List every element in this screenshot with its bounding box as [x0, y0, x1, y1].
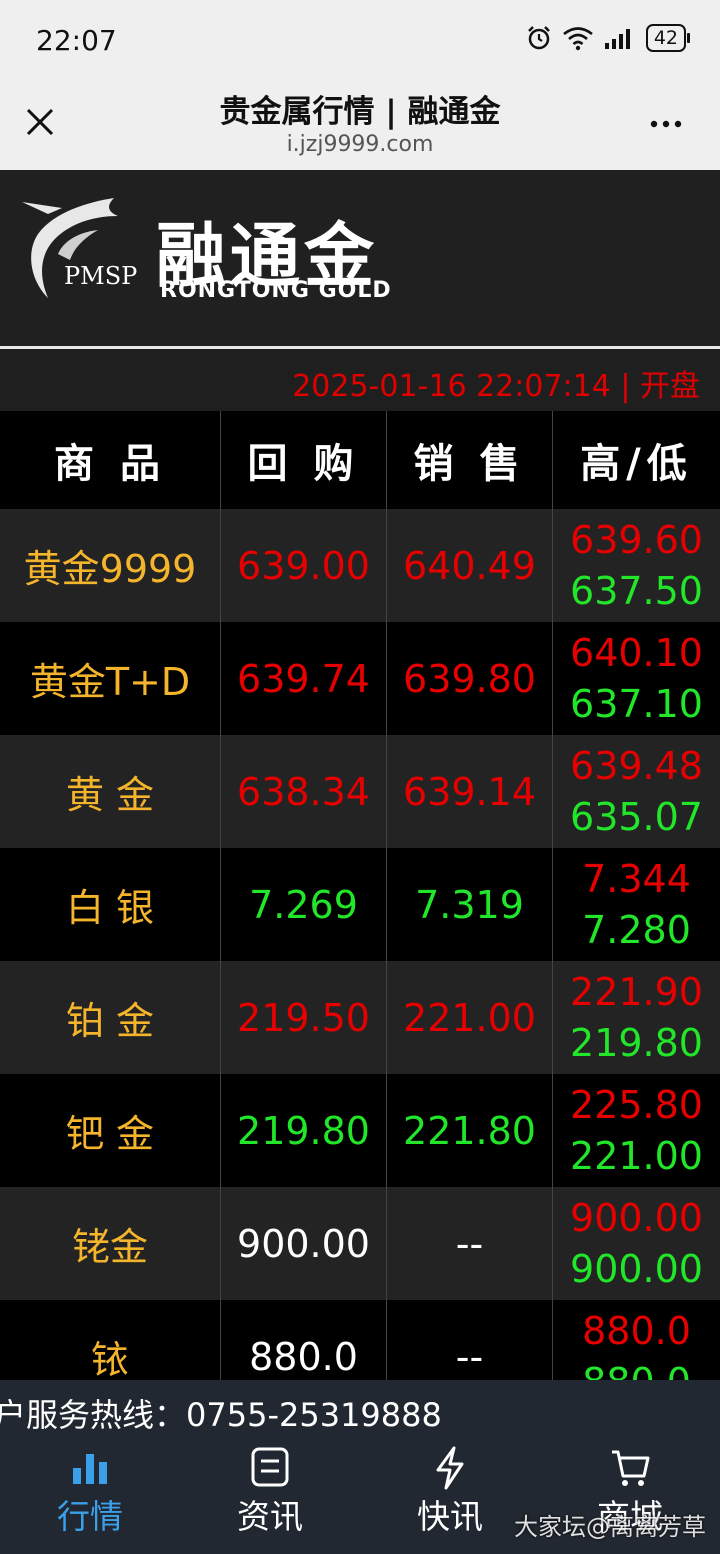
watermark-text: 大家坛@离离芳草	[514, 1513, 706, 1541]
nav-item-news[interactable]: 资讯	[180, 1438, 360, 1554]
header-buyback: 回 购	[221, 411, 387, 509]
buyback-price: 219.50	[221, 961, 387, 1074]
table-row[interactable]: 铂 金 219.50 221.00 221.90 219.80	[0, 961, 720, 1074]
table-row[interactable]: 铑金 900.00 -- 900.00 900.00	[0, 1187, 720, 1300]
table-row[interactable]: 黄金T+D 639.74 639.80 640.10 637.10	[0, 622, 720, 735]
sell-price: 640.49	[387, 509, 553, 622]
header-sell: 销 售	[387, 411, 553, 509]
sell-price: 7.319	[387, 848, 553, 961]
status-bar: 22:07 42	[0, 0, 720, 80]
high-low-cell: 7.344 7.280	[553, 848, 720, 961]
status-time: 22:07	[36, 24, 117, 57]
buyback-price: 900.00	[221, 1187, 387, 1300]
bottom-nav: 行情 资讯 快讯 商城 大家坛@离离芳草	[0, 1438, 720, 1554]
table-row[interactable]: 黄金9999 639.00 640.49 639.60 637.50	[0, 509, 720, 622]
signal-icon	[604, 29, 630, 49]
sell-price: 221.80	[387, 1074, 553, 1187]
low-price: 7.280	[582, 907, 691, 952]
page-title: 贵金属行情 | 融通金	[219, 94, 501, 130]
high-price: 225.80	[570, 1082, 703, 1127]
hotline-text: 户服务热线：0755-25319888	[0, 1396, 442, 1434]
buyback-price: 7.269	[221, 848, 387, 961]
product-name: 黄金9999	[0, 509, 221, 622]
document-icon	[251, 1447, 289, 1487]
table-row[interactable]: 钯 金 219.80 221.80 225.80 221.00	[0, 1074, 720, 1187]
nav-label: 行情	[57, 1497, 123, 1536]
battery-indicator: 42	[645, 24, 691, 52]
buyback-price: 639.74	[221, 622, 387, 735]
browser-header: 贵金属行情 | 融通金 i.jzj9999.com	[0, 80, 720, 170]
low-price: 635.07	[570, 794, 703, 839]
timestamp-text: 2025-01-16 22:07:14 | 开盘	[292, 369, 700, 404]
product-name: 黄 金	[0, 735, 221, 848]
status-icons: 42	[526, 24, 691, 52]
bar-chart-icon	[73, 1454, 107, 1484]
high-low-cell: 225.80 221.00	[553, 1074, 720, 1187]
price-table: 商 品 回 购 销 售 高/低 黄金9999 639.00 640.49 639…	[0, 411, 720, 1413]
product-name: 铂 金	[0, 961, 221, 1074]
high-price: 900.00	[570, 1195, 703, 1240]
table-row[interactable]: 黄 金 638.34 639.14 639.48 635.07	[0, 735, 720, 848]
high-price: 221.90	[570, 969, 703, 1014]
logo-pmsp-text: PMSP	[64, 262, 138, 290]
buyback-price: 639.00	[221, 509, 387, 622]
high-price: 639.48	[570, 743, 703, 788]
product-name: 钯 金	[0, 1074, 221, 1187]
table-header: 商 品 回 购 销 售 高/低	[0, 411, 720, 509]
logo-banner: PMSP 融通金 RONGTONG GOLD	[0, 170, 720, 349]
high-low-cell: 639.60 637.50	[553, 509, 720, 622]
product-name: 黄金T+D	[0, 622, 221, 735]
header-high-low: 高/低	[580, 441, 693, 487]
nav-label: 资讯	[237, 1497, 303, 1536]
high-price: 640.10	[570, 630, 703, 675]
service-hotline[interactable]: 户服务热线：0755-25319888	[0, 1380, 720, 1438]
high-low-cell: 639.48 635.07	[553, 735, 720, 848]
high-low-cell: 221.90 219.80	[553, 961, 720, 1074]
low-price: 900.00	[570, 1246, 703, 1291]
wifi-icon	[563, 27, 593, 51]
high-price: 639.60	[570, 517, 703, 562]
buyback-price: 219.80	[221, 1074, 387, 1187]
lightning-icon	[436, 1446, 464, 1490]
high-price: 880.0	[582, 1308, 691, 1353]
cart-icon	[612, 1450, 650, 1486]
sell-price: --	[387, 1187, 553, 1300]
more-options-icon[interactable]	[646, 102, 686, 142]
header-product: 商 品	[0, 411, 221, 509]
low-price: 221.00	[570, 1133, 703, 1178]
low-price: 637.50	[570, 568, 703, 613]
brand-name-en: RONGTONG GOLD	[160, 278, 392, 303]
product-name: 白 银	[0, 848, 221, 961]
sell-price: 639.80	[387, 622, 553, 735]
buyback-price: 638.34	[221, 735, 387, 848]
alarm-icon	[527, 26, 550, 50]
high-low-cell: 640.10 637.10	[553, 622, 720, 735]
table-row[interactable]: 白 银 7.269 7.319 7.344 7.280	[0, 848, 720, 961]
high-low-cell: 900.00 900.00	[553, 1187, 720, 1300]
nav-label: 快讯	[417, 1497, 483, 1536]
nav-item-market[interactable]: 行情	[0, 1438, 180, 1554]
market-timestamp: 2025-01-16 22:07:14 | 开盘	[0, 349, 720, 411]
low-price: 637.10	[570, 681, 703, 726]
sell-price: 221.00	[387, 961, 553, 1074]
nav-item-flash[interactable]: 快讯	[360, 1438, 540, 1554]
low-price: 219.80	[570, 1020, 703, 1065]
high-price: 7.344	[582, 856, 691, 901]
product-name: 铑金	[0, 1187, 221, 1300]
sell-price: 639.14	[387, 735, 553, 848]
page-url: i.jzj9999.com	[286, 132, 434, 157]
